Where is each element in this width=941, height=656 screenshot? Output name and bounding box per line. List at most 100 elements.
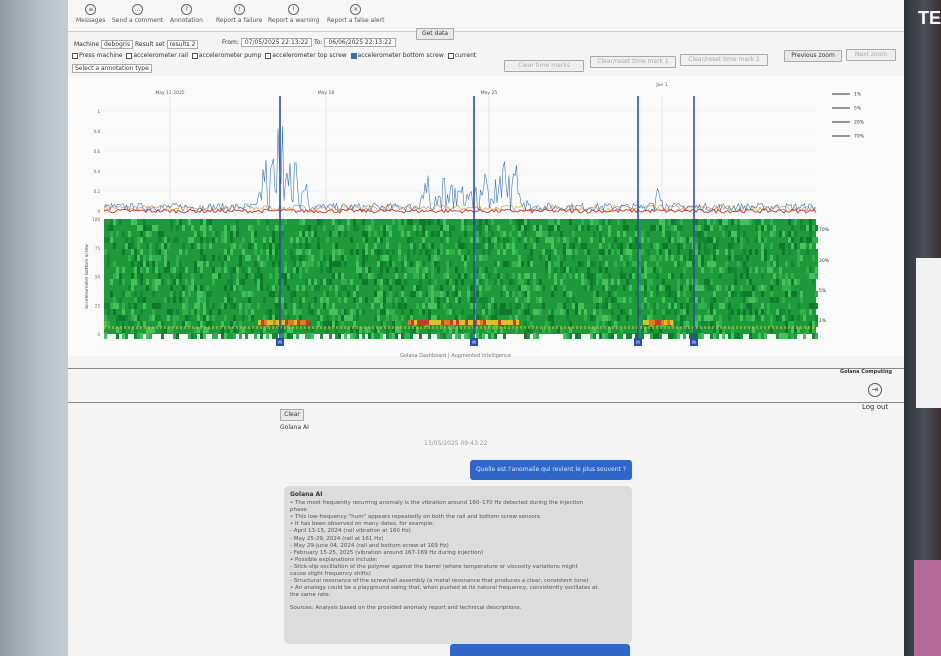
heatmap-cell [287, 273, 290, 279]
heatmap-cell [533, 225, 536, 231]
heatmap-cell [341, 273, 344, 279]
previous-zoom-button[interactable]: Previous zoom [784, 50, 842, 62]
clear-time-mark-2-button[interactable]: Clear/reset time mark 2 [680, 54, 768, 66]
heatmap-cell [419, 261, 422, 267]
heatmap-cell [578, 261, 581, 267]
press-machine-checkbox[interactable] [72, 52, 78, 59]
get-data-button[interactable]: Get data [416, 28, 454, 40]
heatmap-cell [602, 315, 605, 321]
heatmap-cell [281, 303, 284, 309]
heatmap-cell [401, 309, 404, 315]
heatmap-cell [527, 309, 530, 315]
heatmap-band [356, 326, 358, 329]
heatmap-cell [689, 309, 692, 315]
heatmap-cell [299, 273, 302, 279]
heatmap-cell [125, 243, 128, 249]
heatmap-band [288, 326, 290, 329]
heatmap-cell [308, 303, 311, 309]
heatmap-cell [809, 237, 812, 243]
heatmap-cell [260, 273, 263, 279]
heatmap-cell [392, 219, 395, 225]
heatmap-band [516, 326, 518, 329]
heatmap-cell [152, 285, 155, 291]
menu-item-comment[interactable]: … Send a comment [112, 4, 163, 24]
heatmap-cell [785, 291, 788, 297]
accelerometer-rail-checkbox[interactable] [126, 52, 133, 59]
current-checkbox[interactable] [447, 52, 454, 59]
heatmap-cell [251, 225, 254, 231]
heatmap-cell [233, 333, 236, 339]
heatmap-cell [167, 237, 170, 243]
heatmap-cell [176, 255, 179, 261]
annotation-type-select[interactable]: Select a annotation type [72, 64, 152, 73]
heatmap-cell [362, 309, 365, 315]
heatmap-cell [446, 279, 449, 285]
heatmap-cell [200, 219, 203, 225]
heatmap-cell [353, 219, 356, 225]
clear-chat-button[interactable]: Clear [280, 409, 304, 421]
heatmap-cell [203, 291, 206, 297]
menu-item-messages[interactable]: ≡ Messages [76, 4, 105, 24]
heatmap-hotspot [444, 320, 447, 325]
heatmap-cell [203, 315, 206, 321]
heatmap-cell [200, 291, 203, 297]
heatmap-cell [167, 279, 170, 285]
heatmap-hotspot [426, 320, 429, 325]
heatmap-cell [245, 297, 248, 303]
heatmap-hotspot [489, 320, 492, 325]
result-set-select[interactable]: results 2 [166, 40, 199, 49]
heatmap-cell [719, 225, 722, 231]
menu-item-annotation[interactable]: ? Annotation [170, 4, 203, 24]
menu-item-failure[interactable]: ! Report a failure [216, 4, 262, 24]
menu-item-warning[interactable]: ! Report a warning [268, 4, 319, 24]
heatmap-band [532, 326, 534, 329]
to-date-input[interactable]: 06/06/2025 22:13:22 [324, 38, 396, 47]
vibration-chart[interactable]: 00.20.40.60.81May 11 2025 May 18 May 25Jun… [68, 76, 904, 356]
logout-icon[interactable]: ⇥ [868, 383, 882, 397]
heatmap-cell [461, 255, 464, 261]
heatmap-cell [380, 267, 383, 273]
heatmap-cell [488, 273, 491, 279]
heatmap-cell [446, 237, 449, 243]
heatmap-cell [686, 279, 689, 285]
heatmap-hotspot [655, 320, 658, 325]
messages-icon: ≡ [85, 4, 97, 15]
machine-select[interactable]: debogris [101, 40, 134, 49]
accelerometer-pump-checkbox[interactable] [191, 52, 198, 59]
heatmap-cell [668, 237, 671, 243]
heatmap-cell [689, 237, 692, 243]
heatmap-cell [746, 297, 749, 303]
heatmap-cell [188, 291, 191, 297]
heatmap-cell [566, 291, 569, 297]
heatmap-cell [362, 273, 365, 279]
clear-time-mark-1-button[interactable]: Clear/reset time mark 1 [590, 56, 676, 68]
menu-item-false-alert[interactable]: × Report a false alert [327, 4, 384, 24]
heatmap-cell [725, 297, 728, 303]
heatmap-cell [596, 279, 599, 285]
heatmap-cell [110, 291, 113, 297]
next-zoom-button[interactable]: Next zoom [846, 49, 896, 61]
accelerometer-bottom-screw-checkbox[interactable] [350, 52, 357, 59]
heatmap-cell [752, 315, 755, 321]
heatmap-cell [197, 261, 200, 267]
logout-link[interactable]: Log out [862, 403, 888, 411]
heatmap-cell [470, 225, 473, 231]
heatmap-cell [218, 309, 221, 315]
heatmap-hotspot [664, 320, 667, 325]
heatmap-cell [611, 309, 614, 315]
heatmap-cell [803, 315, 806, 321]
heatmap-cell [188, 309, 191, 315]
accelerometer-top-screw-checkbox[interactable] [265, 52, 272, 59]
heatmap-cell [173, 291, 176, 297]
heatmap-cell [455, 333, 458, 339]
heatmap-cell [788, 303, 791, 309]
heatmap-cell [482, 333, 485, 339]
from-date-input[interactable]: 07/05/2025 22:13:22 [240, 38, 313, 47]
clear-time-marks-button[interactable]: Clear time marks [504, 60, 584, 72]
heatmap-cell [332, 243, 335, 249]
heatmap-cell [359, 261, 362, 267]
heatmap-cell [209, 243, 212, 249]
heatmap-cell [527, 219, 530, 225]
heatmap-cell [422, 273, 425, 279]
heatmap-cell [431, 285, 434, 291]
